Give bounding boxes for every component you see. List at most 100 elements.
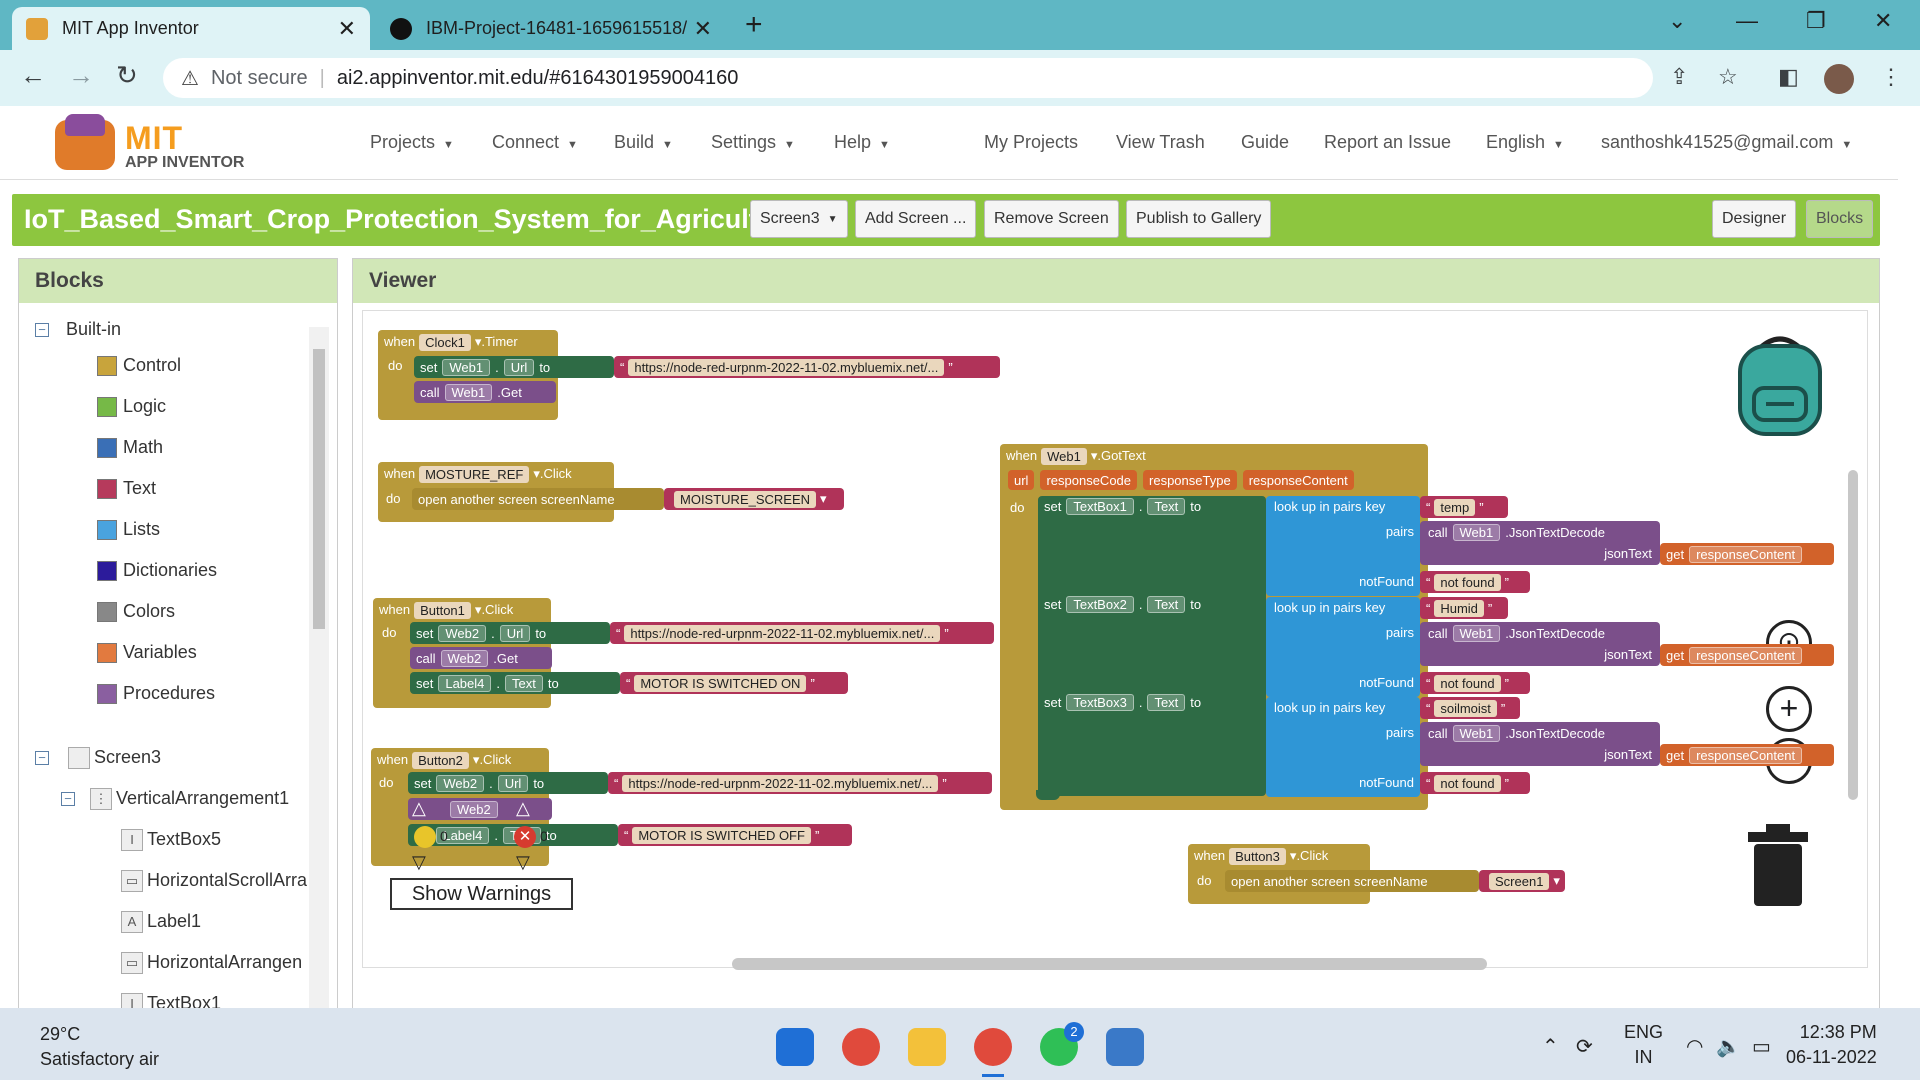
app-inventor-logo[interactable]: MIT APP INVENTOR bbox=[55, 114, 245, 174]
warning-toggle-down-icon[interactable]: ▽ bbox=[412, 852, 426, 873]
open-screen-block-2[interactable]: open another screen screenName bbox=[1225, 870, 1479, 892]
call-web1-jsontextdecode-soilmoist[interactable]: call Web1 .JsonTextDecode jsonText bbox=[1420, 722, 1660, 766]
wifi-icon[interactable]: ◠ bbox=[1686, 1034, 1703, 1059]
tree-horizontalarrangement[interactable]: ▭ HorizontalArrangen bbox=[121, 952, 302, 975]
link-report-issue[interactable]: Report an Issue bbox=[1324, 132, 1451, 153]
python-file-icon[interactable] bbox=[1106, 1028, 1144, 1066]
menu-connect[interactable]: Connect ▼ bbox=[492, 132, 578, 153]
call-web1-jsontextdecode-humid[interactable]: call Web1 .JsonTextDecode jsonText bbox=[1420, 622, 1660, 666]
new-tab-button[interactable]: + bbox=[745, 8, 763, 42]
not-found-text-soilmoist[interactable]: “not found” bbox=[1420, 772, 1530, 794]
address-bar[interactable]: ⚠ Not secure | ai2.appinventor.mit.edu/#… bbox=[163, 58, 1653, 98]
zoom-in-icon[interactable]: + bbox=[1766, 686, 1812, 732]
chrome-active-icon[interactable] bbox=[974, 1028, 1012, 1066]
not-found-text-temp[interactable]: “not found” bbox=[1420, 571, 1530, 593]
open-screen-block[interactable]: open another screen screenName bbox=[412, 488, 664, 510]
add-screen-button[interactable]: Add Screen ... bbox=[855, 200, 977, 238]
error-toggle-up-icon[interactable]: △ bbox=[516, 798, 530, 819]
minimize-icon[interactable]: — bbox=[1736, 8, 1758, 34]
tree-textbox5[interactable]: I TextBox5 bbox=[121, 829, 221, 852]
tree-screen3[interactable]: − Screen3 bbox=[35, 747, 161, 770]
browser-tab-app-inventor[interactable]: MIT App Inventor ✕ bbox=[12, 7, 370, 50]
get-response-content-temp[interactable]: get responseContent bbox=[1660, 543, 1834, 565]
param-response-code[interactable]: responseCode bbox=[1040, 470, 1138, 490]
menu-account[interactable]: santhoshk41525@gmail.com ▼ bbox=[1601, 132, 1852, 153]
tree-horizontalscrollarrangement[interactable]: ▭ HorizontalScrollArra bbox=[121, 870, 307, 893]
side-panel-icon[interactable]: ◧ bbox=[1778, 64, 1799, 90]
category-math[interactable]: Math bbox=[97, 437, 163, 459]
reload-icon[interactable]: ↻ bbox=[116, 60, 138, 91]
category-colors[interactable]: Colors bbox=[97, 601, 175, 623]
call-web1-jsontextdecode-temp[interactable]: call Web1 .JsonTextDecode jsonText bbox=[1420, 521, 1660, 565]
set-web1-url[interactable]: set Web1. Url to bbox=[414, 356, 614, 378]
category-procedures[interactable]: Procedures bbox=[97, 683, 215, 705]
menu-build[interactable]: Build ▼ bbox=[614, 132, 673, 153]
text-motor-on[interactable]: “MOTOR IS SWITCHED ON” bbox=[620, 672, 848, 694]
set-textbox3-text[interactable]: set TextBox3. Text to bbox=[1044, 694, 1201, 711]
lookup-in-pairs-temp[interactable]: look up in pairs key pairs notFound bbox=[1266, 496, 1420, 596]
menu-settings[interactable]: Settings ▼ bbox=[711, 132, 795, 153]
tree-scrollbar[interactable] bbox=[309, 327, 329, 1008]
forward-icon[interactable]: → bbox=[68, 60, 94, 91]
text-url-2[interactable]: “https://node-red-urpnm-2022-11-02.myblu… bbox=[610, 622, 994, 644]
blocks-button[interactable]: Blocks bbox=[1806, 200, 1874, 238]
param-response-content[interactable]: responseContent bbox=[1242, 470, 1354, 490]
text-url-1[interactable]: “https://node-red-urpnm-2022-11-02.myblu… bbox=[614, 356, 1000, 378]
close-tab-icon[interactable]: ✕ bbox=[694, 16, 712, 42]
key-text-humid[interactable]: “Humid” bbox=[1420, 597, 1508, 619]
scroll-thumb[interactable] bbox=[313, 349, 325, 629]
call-web2-get[interactable]: call Web2 .Get bbox=[410, 647, 552, 669]
screen-name-moisture[interactable]: MOISTURE_SCREEN ▾ bbox=[664, 488, 844, 510]
category-variables[interactable]: Variables bbox=[97, 642, 197, 664]
workspace-v-scrollbar[interactable] bbox=[1848, 470, 1858, 800]
tree-verticalarrangement1[interactable]: − ⋮ VerticalArrangement1 bbox=[61, 788, 289, 811]
tree-builtin[interactable]: − Built-in bbox=[35, 319, 121, 340]
screen-select-button[interactable]: Screen3 ▼ bbox=[750, 200, 848, 238]
tree-label1[interactable]: A Label1 bbox=[121, 911, 201, 934]
not-found-text-humid[interactable]: “not found” bbox=[1420, 672, 1530, 694]
tab-search-icon[interactable]: ⌄ bbox=[1668, 8, 1686, 34]
menu-language[interactable]: English ▼ bbox=[1486, 132, 1564, 153]
designer-button[interactable]: Designer bbox=[1712, 200, 1797, 238]
error-icon[interactable]: ✕ bbox=[514, 826, 536, 848]
back-icon[interactable]: ← bbox=[20, 60, 46, 91]
set-web2-url[interactable]: set Web2. Url to bbox=[410, 622, 610, 644]
share-icon[interactable]: ⇪ bbox=[1670, 64, 1688, 90]
category-control[interactable]: Control bbox=[97, 355, 181, 377]
workspace-h-scrollbar[interactable] bbox=[732, 958, 1487, 970]
link-view-trash[interactable]: View Trash bbox=[1116, 132, 1205, 153]
key-text-temp[interactable]: “temp” bbox=[1420, 496, 1508, 518]
weather-widget[interactable]: 29°C Satisfactory air bbox=[40, 1022, 159, 1072]
param-response-type[interactable]: responseType bbox=[1143, 470, 1237, 490]
show-warnings-button[interactable]: Show Warnings bbox=[390, 878, 573, 910]
browser-tab-github[interactable]: IBM-Project-16481-1659615518/ ✕ bbox=[376, 7, 726, 50]
set-textbox2-text[interactable]: set TextBox2. Text to bbox=[1044, 596, 1201, 613]
category-logic[interactable]: Logic bbox=[97, 396, 166, 418]
link-guide[interactable]: Guide bbox=[1241, 132, 1289, 153]
lookup-in-pairs-soilmoist[interactable]: look up in pairs key pairs notFound bbox=[1266, 697, 1420, 797]
screen-name-screen1[interactable]: Screen1 ▾ bbox=[1479, 870, 1565, 892]
warning-toggle-up-icon[interactable]: △ bbox=[412, 798, 426, 819]
bookmark-star-icon[interactable]: ☆ bbox=[1718, 64, 1738, 90]
trash-icon[interactable] bbox=[1746, 824, 1810, 908]
link-my-projects[interactable]: My Projects bbox=[984, 132, 1078, 153]
battery-icon[interactable]: ▭ bbox=[1752, 1034, 1771, 1059]
set-textbox1-text[interactable]: set TextBox1. Text to bbox=[1044, 498, 1201, 515]
close-window-icon[interactable]: ✕ bbox=[1874, 8, 1892, 34]
file-explorer-icon[interactable] bbox=[908, 1028, 946, 1066]
remove-screen-button[interactable]: Remove Screen bbox=[984, 200, 1119, 238]
collapse-icon[interactable]: − bbox=[35, 751, 49, 766]
set-web2-url-b[interactable]: set Web2. Url to bbox=[408, 772, 608, 794]
collapse-icon[interactable]: − bbox=[35, 323, 49, 338]
restore-icon[interactable]: ❐ bbox=[1806, 8, 1826, 34]
text-motor-off[interactable]: “MOTOR IS SWITCHED OFF” bbox=[618, 824, 852, 846]
menu-projects[interactable]: Projects ▼ bbox=[370, 132, 454, 153]
category-text[interactable]: Text bbox=[97, 478, 156, 500]
more-menu-icon[interactable]: ⋮ bbox=[1880, 64, 1902, 90]
get-response-content-soilmoist[interactable]: get responseContent bbox=[1660, 744, 1834, 766]
key-text-soilmoist[interactable]: “soilmoist” bbox=[1420, 697, 1520, 719]
show-hidden-icons-icon[interactable]: ⌃ bbox=[1542, 1034, 1559, 1059]
tree-textbox1[interactable]: I TextBox1 bbox=[121, 993, 221, 1008]
profile-avatar[interactable] bbox=[1824, 64, 1854, 94]
chrome-icon[interactable] bbox=[842, 1028, 880, 1066]
